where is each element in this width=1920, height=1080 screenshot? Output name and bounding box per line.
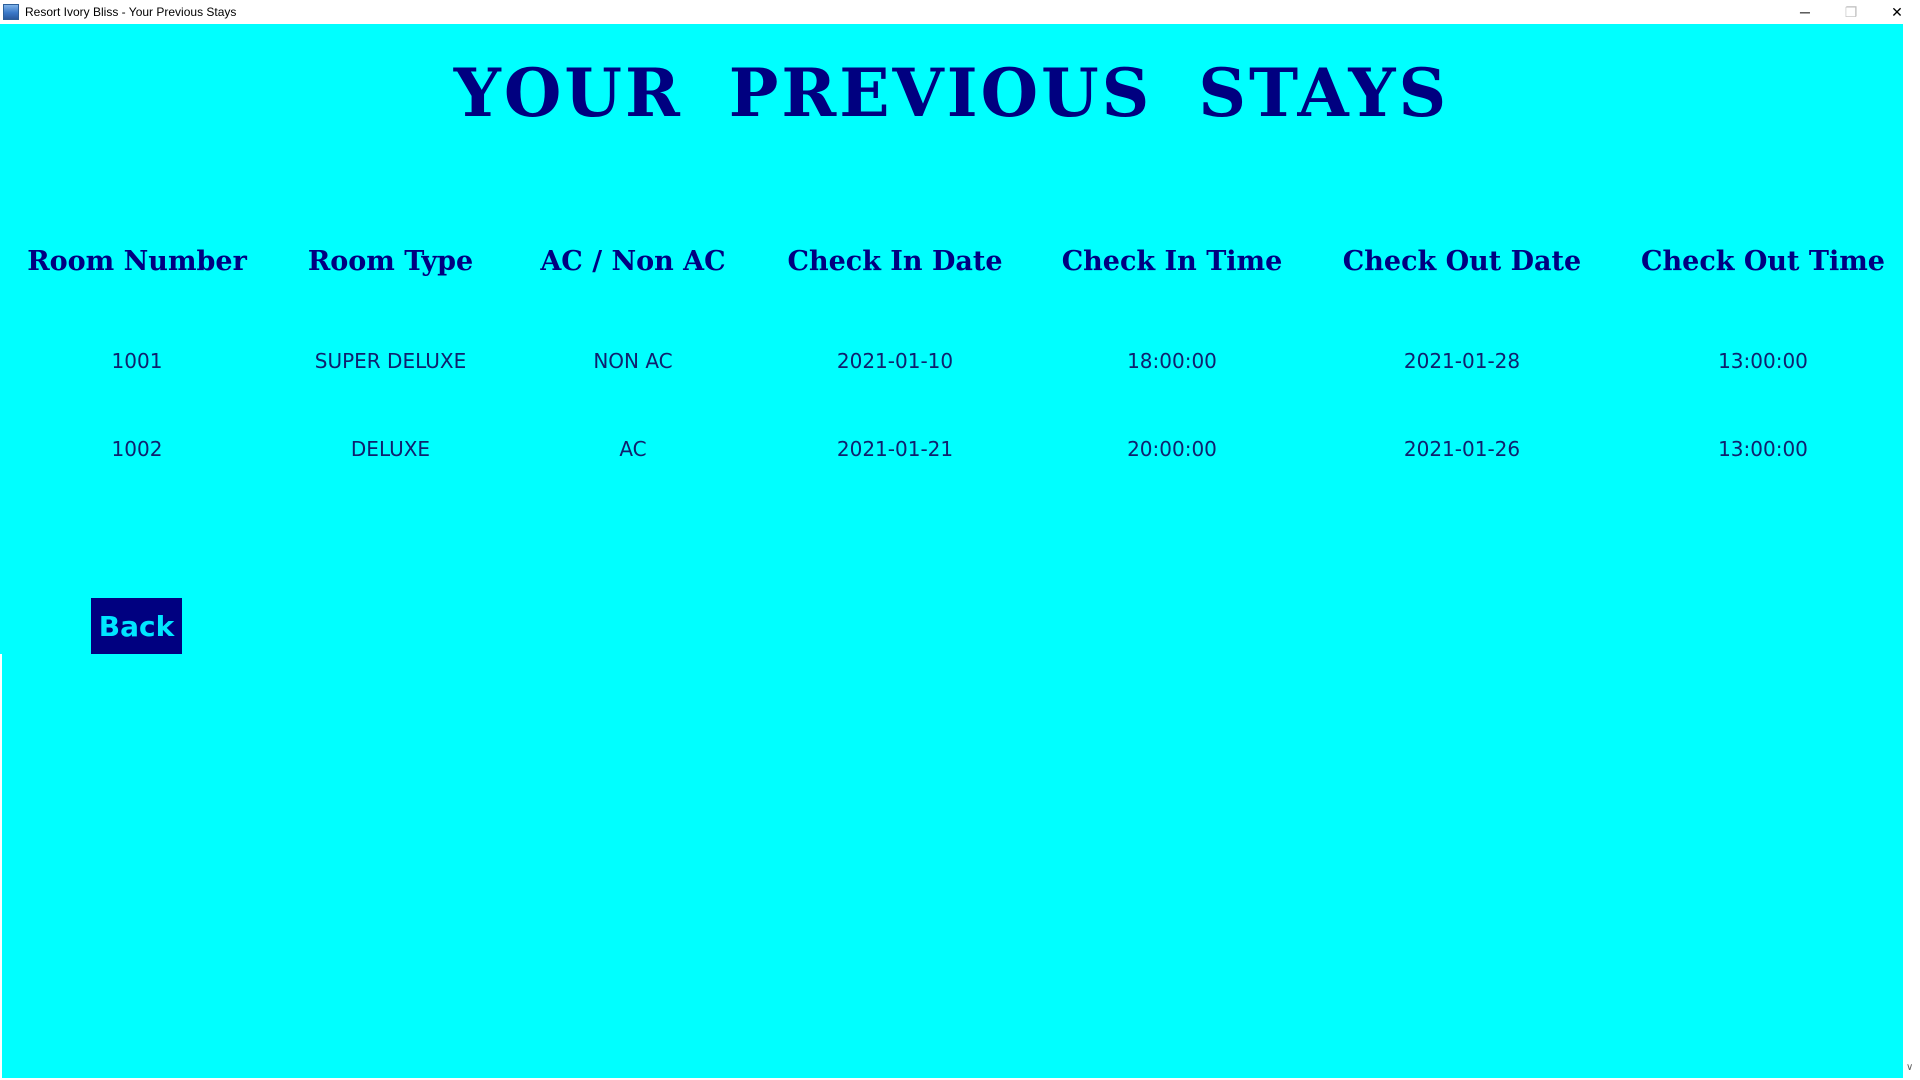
cell-check-in-time: 18:00:00 — [1127, 349, 1217, 373]
minimize-button[interactable]: ─ — [1782, 0, 1828, 24]
cell-check-in-time: 20:00:00 — [1127, 437, 1217, 461]
cell-check-in-date: 2021-01-21 — [836, 437, 954, 461]
maximize-button[interactable]: ❐ — [1828, 0, 1874, 24]
back-button[interactable]: Back — [91, 598, 182, 654]
header-ac-non-ac: AC / Non AC — [540, 246, 726, 277]
cell-ac-non-ac: NON AC — [593, 349, 673, 373]
header-check-in-time: Check In Time — [1061, 246, 1283, 277]
header-check-out-date: Check Out Date — [1342, 246, 1582, 277]
panel-edge — [0, 654, 2, 1078]
header-check-out-time: Check Out Time — [1641, 246, 1885, 277]
close-button[interactable]: ✕ — [1874, 0, 1920, 24]
cell-check-out-time: 13:00:00 — [1718, 437, 1808, 461]
page-title: YOUR PREVIOUS STAYS — [453, 54, 1450, 132]
header-room-number: Room Number — [27, 246, 247, 277]
header-check-in-date: Check In Date — [787, 246, 1003, 277]
cell-room-number: 1001 — [111, 349, 163, 373]
app-icon — [3, 4, 19, 20]
cell-check-in-date: 2021-01-10 — [836, 349, 954, 373]
cell-check-out-date: 2021-01-28 — [1403, 349, 1521, 373]
cell-check-out-date: 2021-01-26 — [1403, 437, 1521, 461]
cell-room-type: SUPER DELUXE — [314, 349, 467, 373]
scrollbar[interactable] — [1903, 24, 1920, 1080]
cell-check-out-time: 13:00:00 — [1718, 349, 1808, 373]
title-bar: Resort Ivory Bliss - Your Previous Stays… — [0, 0, 1920, 24]
chevron-down-icon[interactable]: ∨ — [1906, 1062, 1913, 1073]
cell-room-type: DELUXE — [350, 437, 431, 461]
window-controls: ─ ❐ ✕ — [1782, 0, 1920, 24]
cell-ac-non-ac: AC — [619, 437, 647, 461]
cell-room-number: 1002 — [111, 437, 163, 461]
window-title: Resort Ivory Bliss - Your Previous Stays — [25, 5, 237, 19]
main-panel — [0, 24, 1903, 1078]
header-room-type: Room Type — [307, 246, 474, 277]
